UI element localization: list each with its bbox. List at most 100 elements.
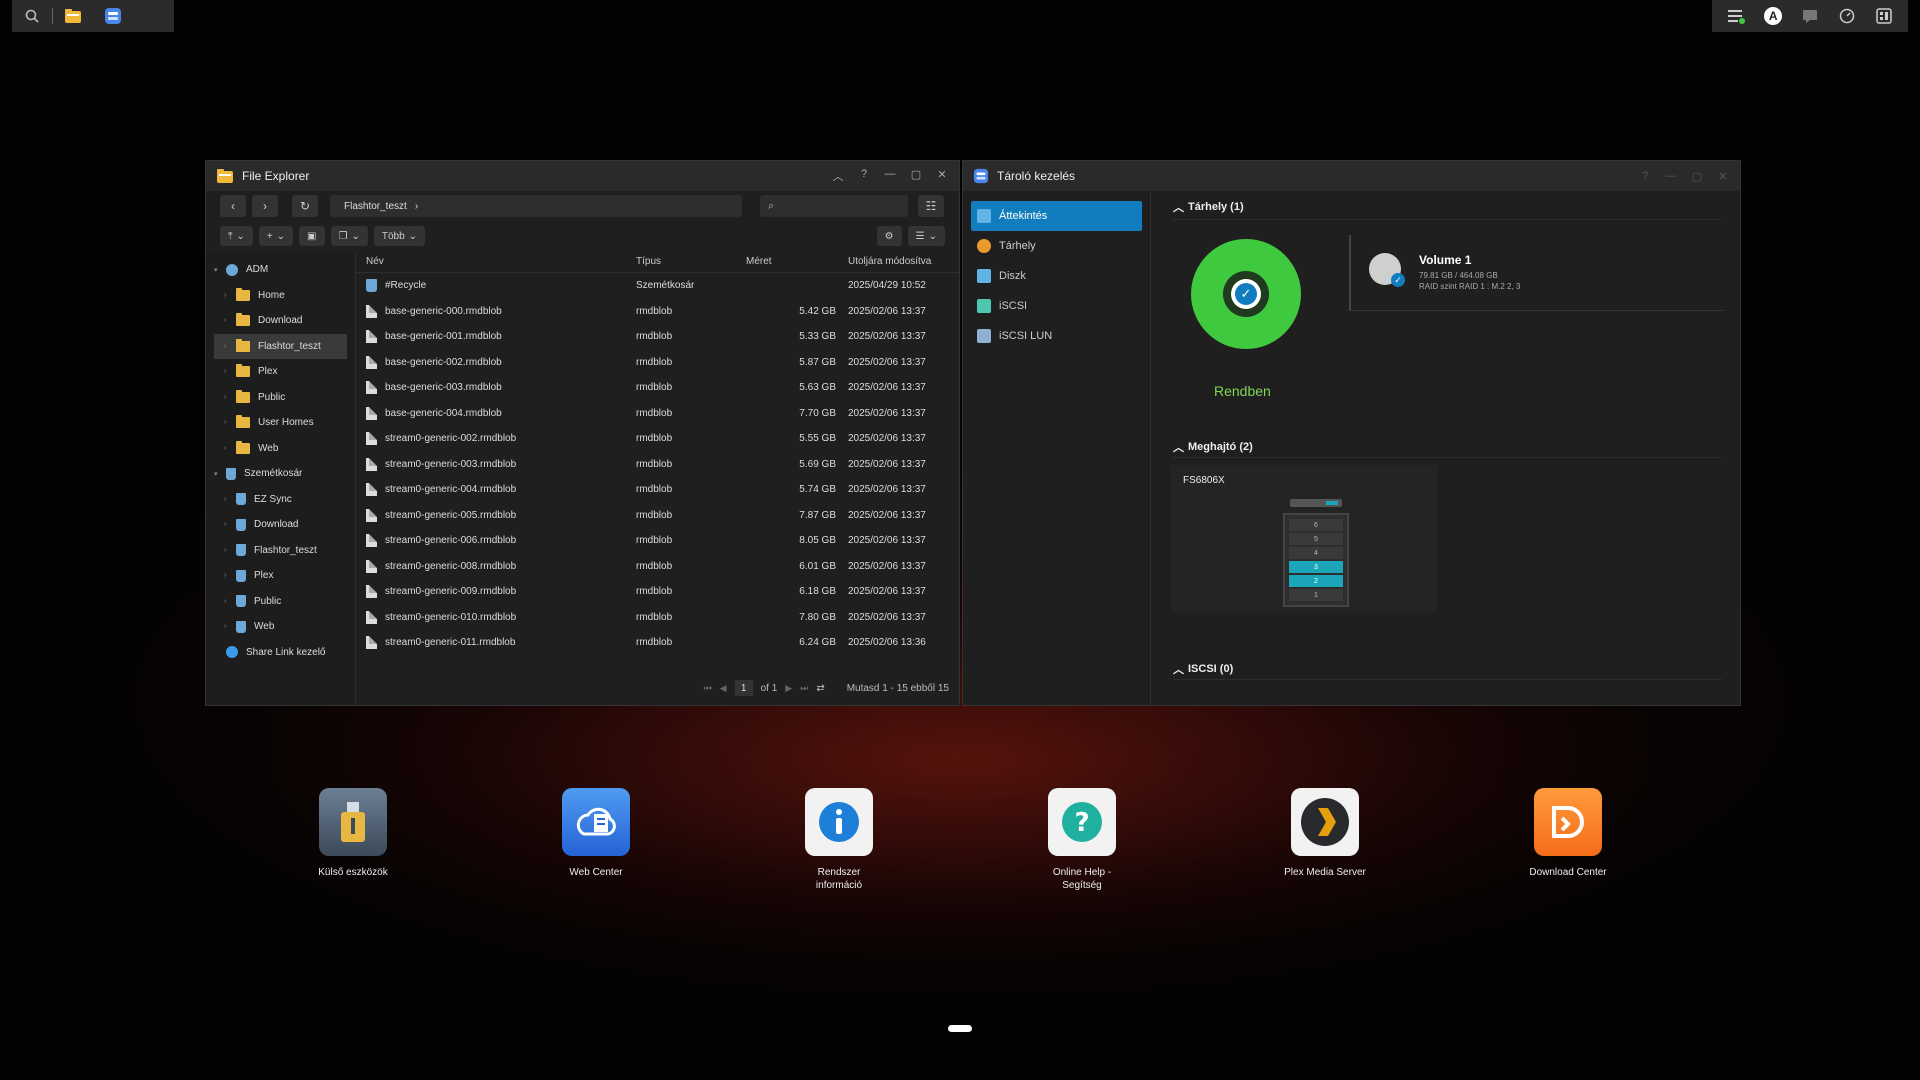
taskbar-file-explorer[interactable] (53, 0, 93, 32)
help-button[interactable]: ? (1638, 170, 1652, 183)
column-modified[interactable]: Utoljára módosítva (846, 256, 956, 267)
search-input[interactable]: ⌕ (760, 195, 908, 217)
next-page-icon[interactable]: ▶ (785, 683, 792, 694)
notifications-button[interactable] (1724, 4, 1748, 28)
desktop-icon-plex[interactable]: Plex Media Server (1245, 788, 1405, 879)
storage-nav-item[interactable]: iSCSI LUN (971, 321, 1142, 351)
close-button[interactable]: ✕ (935, 168, 949, 184)
column-type[interactable]: Típus (636, 256, 746, 267)
file-row[interactable]: stream0-generic-006.rmdblob rmdblob 8.05 G… (356, 528, 959, 554)
expand-icon[interactable]: › (224, 521, 232, 528)
copy-move-button[interactable]: ❐ ⌄ (330, 226, 368, 246)
tree-item[interactable]: ▾ Szemétkosár (206, 461, 355, 487)
expand-icon[interactable]: › (224, 317, 232, 324)
file-row[interactable]: base-generic-003.rmdblob rmdblob 5.63 GB 20… (356, 375, 959, 401)
drive-bay[interactable]: 1 (1289, 589, 1343, 601)
user-account-button[interactable]: A (1761, 4, 1785, 28)
file-row[interactable]: stream0-generic-004.rmdblob rmdblob 5.74 G… (356, 477, 959, 503)
storage-nav-item[interactable]: Áttekintés (971, 201, 1142, 231)
settings-button[interactable]: ⚙ (876, 226, 902, 246)
collapse-button[interactable]: ︿ (831, 168, 845, 184)
close-button[interactable]: ✕ (1716, 170, 1730, 183)
file-row[interactable]: base-generic-001.rmdblob rmdblob 5.33 GB 20… (356, 324, 959, 350)
expand-icon[interactable]: › (224, 496, 232, 503)
volume-section-title[interactable]: ︿ Tárhely (1) (1173, 199, 1244, 215)
file-row[interactable]: stream0-generic-008.rmdblob rmdblob 6.01 G… (356, 554, 959, 580)
page-number-input[interactable]: 1 (734, 680, 753, 696)
display-mode-button[interactable]: ☰ ⌄ (907, 226, 945, 246)
drive-section-title[interactable]: ︿ Meghajtó (2) (1173, 439, 1253, 455)
tree-item[interactable]: › Public (206, 589, 355, 615)
expand-icon[interactable]: › (224, 343, 232, 350)
desktop-icon-external-devices[interactable]: Külső eszközök (273, 788, 433, 879)
desktop-icon-download-center[interactable]: Download Center (1488, 788, 1648, 879)
file-explorer-titlebar[interactable]: File Explorer ︿ ? — ▢ ✕ (206, 161, 959, 191)
minimize-button[interactable]: — (1664, 170, 1678, 183)
storage-manager-titlebar[interactable]: Tároló kezelés ? — ▢ ✕ (963, 161, 1740, 191)
expand-icon[interactable]: ▾ (214, 266, 222, 274)
column-size[interactable]: Méret (746, 256, 846, 267)
expand-icon[interactable]: ▾ (214, 470, 222, 478)
tree-item[interactable]: › Plex (206, 563, 355, 589)
drive-bay[interactable]: 6 (1289, 519, 1343, 531)
drive-bay[interactable]: 3 (1289, 561, 1343, 573)
file-row[interactable]: stream0-generic-005.rmdblob rmdblob 7.87 G… (356, 503, 959, 529)
more-button[interactable]: Több ⌄ (373, 226, 426, 246)
desktop-icon-system-info[interactable]: Rendszer információ (759, 788, 919, 892)
storage-nav-item[interactable]: Tárhely (971, 231, 1142, 261)
tree-item[interactable]: › Flashtor_teszt (206, 538, 355, 564)
expand-icon[interactable]: › (224, 572, 232, 579)
maximize-button[interactable]: ▢ (909, 168, 923, 184)
search-button[interactable] (12, 0, 52, 32)
drive-bay[interactable]: 5 (1289, 533, 1343, 545)
expand-icon[interactable]: › (224, 445, 232, 452)
upload-button[interactable]: ⤒ ⌄ (220, 226, 253, 246)
tree-item[interactable]: › Plex (206, 359, 355, 385)
file-row[interactable]: base-generic-000.rmdblob rmdblob 5.42 GB 20… (356, 299, 959, 325)
expand-icon[interactable]: › (224, 419, 232, 426)
minimize-button[interactable]: — (883, 168, 897, 184)
prev-page-icon[interactable]: ◀ (720, 683, 727, 694)
performance-button[interactable] (1835, 4, 1859, 28)
tree-item[interactable]: ▾ ADM (206, 257, 355, 283)
tree-item[interactable]: › EZ Sync (206, 487, 355, 513)
iscsi-section-title[interactable]: ︿ ISCSI (0) (1173, 661, 1233, 677)
expand-icon[interactable]: › (224, 547, 232, 554)
select-button[interactable]: ▣ (299, 226, 325, 246)
tree-item[interactable]: › Home (206, 283, 355, 309)
column-name[interactable]: Név (356, 256, 636, 267)
desktop-icon-web-center[interactable]: Web Center (516, 788, 676, 879)
file-row[interactable]: #Recycle Szemétkosár 2025/04/29 10:52 (356, 273, 959, 299)
tree-item[interactable]: › User Homes (206, 410, 355, 436)
view-toggle-button[interactable]: ☷ (918, 195, 944, 217)
reload-icon[interactable]: ⇄ (816, 683, 824, 694)
file-row[interactable]: stream0-generic-009.rmdblob rmdblob 6.18 G… (356, 579, 959, 605)
tree-item[interactable]: › Flashtor_teszt (214, 333, 347, 359)
back-button[interactable]: ‹ (220, 195, 246, 217)
file-row[interactable]: stream0-generic-003.rmdblob rmdblob 5.69 G… (356, 452, 959, 478)
tree-item[interactable]: Share Link kezelő (206, 640, 355, 666)
expand-icon[interactable]: › (224, 598, 232, 605)
drive-bay[interactable]: 4 (1289, 547, 1343, 559)
last-page-icon[interactable]: ⏭ (800, 683, 808, 694)
expand-icon[interactable]: › (224, 623, 232, 630)
tree-item[interactable]: › Web (206, 436, 355, 462)
home-indicator[interactable] (948, 1025, 972, 1032)
file-row[interactable]: base-generic-004.rmdblob rmdblob 7.70 GB 20… (356, 401, 959, 427)
refresh-button[interactable]: ↻ (292, 195, 318, 217)
taskbar-storage-manager[interactable] (93, 0, 133, 32)
file-row[interactable]: base-generic-002.rmdblob rmdblob 5.87 GB 20… (356, 350, 959, 376)
forward-button[interactable]: › (252, 195, 278, 217)
expand-icon[interactable]: › (224, 394, 232, 401)
maximize-button[interactable]: ▢ (1690, 170, 1704, 183)
widgets-button[interactable] (1872, 4, 1896, 28)
expand-icon[interactable]: › (224, 292, 232, 299)
drive-bay[interactable]: 2 (1289, 575, 1343, 587)
storage-nav-item[interactable]: Diszk (971, 261, 1142, 291)
file-row[interactable]: stream0-generic-011.rmdblob rmdblob 6.24 G… (356, 630, 959, 656)
first-page-icon[interactable]: ⏮ (704, 683, 712, 694)
new-button[interactable]: + ⌄ (258, 226, 294, 246)
tree-item[interactable]: › Download (206, 512, 355, 538)
device-card[interactable]: FS6806X 6 5 4 3 2 1 (1171, 465, 1437, 613)
tree-item[interactable]: › Web (206, 614, 355, 640)
